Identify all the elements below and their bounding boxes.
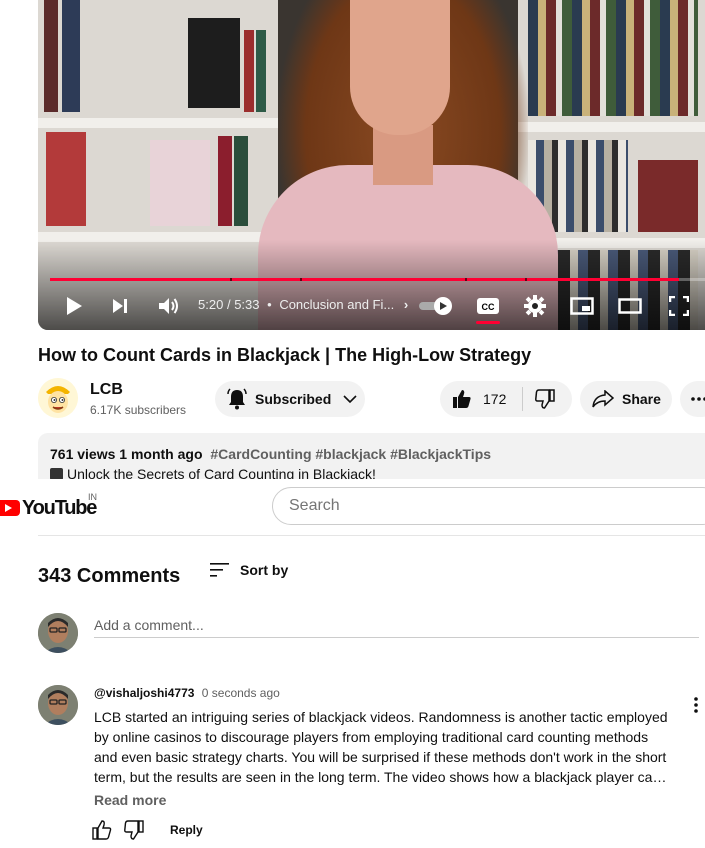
youtube-wordmark: YouTube <box>22 496 97 519</box>
comment-menu-button[interactable] <box>686 695 705 715</box>
current-user-avatar <box>38 613 78 653</box>
svg-text:CC: CC <box>482 302 495 312</box>
channel-name[interactable]: LCB <box>90 381 123 399</box>
next-button[interactable] <box>108 292 132 320</box>
comment-header: @vishaljoshi4773 0 seconds ago <box>94 686 280 700</box>
comment-text: LCB started an intriguing series of blac… <box>94 707 669 787</box>
sort-icon <box>210 563 229 577</box>
time-separator: / <box>226 297 231 312</box>
thumbs-up-icon <box>92 820 112 840</box>
play-button[interactable] <box>60 292 88 320</box>
volume-button[interactable] <box>156 292 182 320</box>
comment-author[interactable]: @vishaljoshi4773 <box>94 686 194 700</box>
share-icon <box>592 390 614 408</box>
time-total: 5:33 <box>234 297 260 312</box>
add-comment-input[interactable] <box>94 613 699 638</box>
fullscreen-button[interactable] <box>666 292 692 320</box>
theater-mode-button[interactable] <box>616 292 644 320</box>
share-label: Share <box>622 391 661 407</box>
like-button[interactable]: 172 <box>440 389 506 409</box>
sort-by-button[interactable]: Sort by <box>210 562 288 578</box>
card-emoji-icon <box>50 468 63 479</box>
like-dislike-group: 172 <box>440 381 572 417</box>
description-box[interactable]: 761 views 1 month ago #CardCounting #bla… <box>38 433 705 479</box>
comment-line: and even basic strategy charts. You will… <box>94 749 667 765</box>
chapter-chevron-icon[interactable]: › <box>404 297 408 312</box>
progress-fill <box>50 278 679 281</box>
masthead-divider <box>38 535 705 536</box>
thumbs-down-icon <box>124 820 144 840</box>
bell-icon <box>227 388 247 410</box>
comment-dislike-button[interactable] <box>124 820 144 840</box>
hashtags[interactable]: #CardCounting #blackjack #BlackjackTips <box>210 446 491 462</box>
share-button[interactable]: Share <box>580 381 672 417</box>
fullscreen-icon <box>669 296 689 316</box>
comment-line: term, but the results are seen in the lo… <box>94 769 669 785</box>
dislike-button[interactable] <box>523 389 556 409</box>
play-icon <box>67 297 82 315</box>
miniplayer-button[interactable] <box>568 292 596 320</box>
country-code: IN <box>88 492 97 502</box>
settings-button[interactable] <box>522 292 548 320</box>
captions-button[interactable]: CC <box>474 292 502 320</box>
subscribed-label: Subscribed <box>255 391 332 407</box>
autoplay-toggle-icon <box>419 297 452 315</box>
time-current: 5:20 <box>198 297 224 312</box>
comment-like-button[interactable] <box>92 820 112 840</box>
subscribed-button[interactable]: Subscribed <box>215 381 365 417</box>
reply-button[interactable]: Reply <box>170 823 203 837</box>
comment-line: LCB started an intriguing series of blac… <box>94 709 668 725</box>
more-vertical-icon <box>694 697 698 713</box>
thumbs-up-icon <box>453 390 471 408</box>
chapter-title[interactable]: Conclusion and Fi... <box>279 297 394 312</box>
comments-count: 343 Comments <box>38 565 181 587</box>
search-input[interactable] <box>272 487 705 525</box>
captions-active-indicator <box>476 321 500 324</box>
video-title: How to Count Cards in Blackjack | The Hi… <box>38 345 532 365</box>
miniplayer-icon <box>570 297 594 315</box>
view-stats: 761 views 1 month ago <box>50 446 203 462</box>
next-icon <box>113 299 127 313</box>
description-text: Unlock the Secrets of Card Counting in B… <box>50 466 376 479</box>
controls-gradient <box>38 240 705 330</box>
description-first-line: Unlock the Secrets of Card Counting in B… <box>67 466 376 479</box>
subscriber-count: 6.17K subscribers <box>90 403 187 417</box>
more-actions-button[interactable] <box>680 381 705 417</box>
comment-line: by online casinos to discourage players … <box>94 729 649 745</box>
thumbs-down-icon <box>535 389 556 409</box>
progress-bar[interactable] <box>50 278 705 281</box>
volume-icon <box>159 298 178 314</box>
time-display: 5:20 / 5:33 • Conclusion and Fi... › <box>198 297 408 312</box>
video-player[interactable]: 5:20 / 5:33 • Conclusion and Fi... › CC <box>38 0 705 330</box>
more-horizontal-icon <box>691 397 705 401</box>
youtube-logo-icon <box>0 500 20 516</box>
gear-icon <box>524 295 546 317</box>
comment-time[interactable]: 0 seconds ago <box>202 686 280 700</box>
chapter-separator: • <box>267 297 272 312</box>
theater-icon <box>618 298 642 314</box>
comment-author-avatar[interactable] <box>38 685 78 725</box>
cc-icon: CC <box>477 298 499 314</box>
sort-by-label: Sort by <box>240 562 289 578</box>
read-more-link[interactable]: Read more <box>94 792 166 808</box>
chevron-down-icon <box>343 395 357 404</box>
channel-avatar[interactable] <box>38 378 78 418</box>
description-meta: 761 views 1 month ago #CardCounting #bla… <box>50 446 491 462</box>
youtube-logo[interactable]: YouTube <box>0 496 97 519</box>
like-count: 172 <box>483 391 507 407</box>
autoplay-toggle[interactable] <box>418 292 454 320</box>
